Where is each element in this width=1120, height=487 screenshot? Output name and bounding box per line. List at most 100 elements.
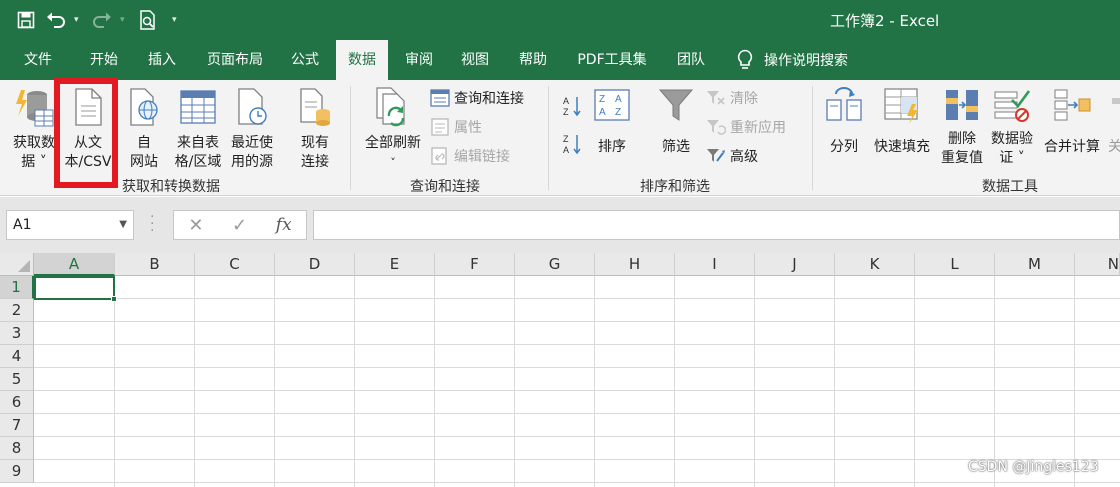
svg-text:Z: Z (563, 107, 569, 117)
reapply-button[interactable]: 重新应用 (706, 115, 786, 139)
row-header-9[interactable]: 9 (0, 460, 34, 483)
tab-file[interactable]: 文件 (10, 40, 66, 80)
get-data-button[interactable]: 获取数 据 ˅ (10, 86, 58, 172)
undo-icon (47, 12, 65, 28)
tell-me-search[interactable]: 操作说明搜索 (736, 40, 848, 80)
tab-page-layout[interactable]: 页面布局 (196, 40, 274, 80)
group-separator (548, 86, 549, 190)
tab-formulas[interactable]: 公式 (280, 40, 330, 80)
grid-line (34, 390, 1120, 391)
filter-button[interactable]: 筛选 (654, 86, 698, 157)
remove-duplicates-button[interactable]: 删除 重复值 (936, 86, 988, 168)
fill-handle[interactable] (111, 296, 117, 302)
flash-fill-icon (884, 88, 918, 124)
column-header-G[interactable]: G (515, 253, 595, 276)
cancel-icon[interactable]: ✕ (188, 215, 203, 236)
quick-access-toolbar: ▾ ▾ ▾ (14, 0, 182, 40)
existing-connections-label-1: 现有 (301, 135, 329, 151)
relationships-button[interactable]: 关 (1108, 86, 1120, 157)
database-lightning-icon (16, 90, 54, 127)
column-header-K[interactable]: K (835, 253, 915, 276)
text-to-columns-button[interactable]: 分列 (822, 86, 866, 157)
row-header-3[interactable]: 3 (0, 322, 34, 345)
row-header-6[interactable]: 6 (0, 391, 34, 414)
refresh-all-button[interactable]: 全部刷新 ˅ (358, 86, 428, 172)
svg-text:A: A (563, 96, 569, 106)
sort-descending-button[interactable]: ZA (562, 132, 582, 156)
column-header-N[interactable]: N (1075, 253, 1120, 276)
remove-duplicates-label-1: 删除 (948, 131, 976, 147)
window-title: 工作簿2 - Excel (830, 12, 940, 30)
column-header-H[interactable]: H (595, 253, 675, 276)
from-table-range-button[interactable]: 来自表 格/区域 (170, 86, 226, 172)
tab-help[interactable]: 帮助 (506, 40, 560, 80)
tab-home[interactable]: 开始 (76, 40, 132, 80)
row-header-4[interactable]: 4 (0, 345, 34, 368)
tab-review[interactable]: 审阅 (394, 40, 444, 80)
grid-line (434, 276, 435, 487)
grid-line (354, 276, 355, 487)
select-all-button[interactable] (0, 253, 34, 276)
column-header-M[interactable]: M (995, 253, 1075, 276)
save-icon (17, 11, 35, 29)
row-header-7[interactable]: 7 (0, 414, 34, 437)
customize-qat-icon[interactable]: ▾ (172, 15, 182, 25)
consolidate-button[interactable]: 合并计算 (1040, 86, 1104, 157)
queries-connections-button[interactable]: 查询和连接 (430, 86, 524, 110)
data-validation-button[interactable]: 数据验 证 ˅ (986, 86, 1038, 168)
edit-links-button[interactable]: 编辑链接 (430, 144, 510, 168)
consolidate-icon (1054, 89, 1091, 121)
grid-line (34, 344, 1120, 345)
sort-az-icon: AZ (563, 96, 581, 117)
formula-bar-grip-icon[interactable]: · · · (150, 210, 154, 238)
clear-filter-button[interactable]: 清除 (706, 86, 758, 110)
grid-line (594, 276, 595, 487)
existing-connections-button[interactable]: 现有 连接 (292, 86, 338, 172)
row-header-2[interactable]: 2 (0, 299, 34, 322)
grid-line (34, 436, 1120, 437)
name-box-dropdown-icon[interactable]: ▼ (119, 211, 127, 239)
tab-team[interactable]: 团队 (666, 40, 716, 80)
column-header-B[interactable]: B (115, 253, 195, 276)
from-web-button[interactable]: 自 网站 (124, 86, 164, 172)
column-header-A[interactable]: A (34, 253, 115, 276)
sort-button[interactable]: ZA AZ 排序 (590, 86, 634, 157)
row-header-1[interactable]: 1 (0, 276, 34, 299)
advanced-filter-button[interactable]: 高级 (706, 144, 758, 168)
active-cell-A1[interactable] (34, 276, 117, 302)
from-web-label-1: 自 (137, 135, 151, 151)
properties-button[interactable]: 属性 (430, 115, 482, 139)
formula-input[interactable] (313, 210, 1120, 240)
undo-button[interactable] (44, 7, 68, 33)
row-header-8[interactable]: 8 (0, 437, 34, 460)
column-header-C[interactable]: C (195, 253, 275, 276)
advanced-filter-icon (707, 149, 725, 162)
group-data-tools-label: 数据工具 (982, 179, 1038, 195)
enter-check-icon[interactable]: ✓ (232, 215, 247, 236)
tab-insert[interactable]: 插入 (134, 40, 190, 80)
redo-button[interactable] (90, 7, 114, 33)
sort-ascending-button[interactable]: AZ (562, 94, 582, 118)
tab-pdf-tools[interactable]: PDF工具集 (566, 40, 658, 80)
save-button[interactable] (14, 7, 38, 33)
insert-function-button[interactable]: fx (276, 215, 292, 235)
flash-fill-button[interactable]: 快速填充 (870, 86, 934, 157)
refresh-all-icon (376, 87, 405, 127)
formula-buttons: ✕ ✓ fx (173, 210, 307, 240)
column-header-E[interactable]: E (355, 253, 435, 276)
column-header-J[interactable]: J (755, 253, 835, 276)
column-header-D[interactable]: D (275, 253, 355, 276)
row-header-5[interactable]: 5 (0, 368, 34, 391)
name-box[interactable]: A1 ▼ (6, 210, 134, 240)
tab-view[interactable]: 视图 (450, 40, 500, 80)
recent-sources-button[interactable]: 最近使 用的源 (226, 86, 278, 172)
redo-dropdown-icon[interactable]: ▾ (120, 15, 130, 25)
reapply-icon (707, 120, 726, 135)
print-preview-button[interactable] (136, 7, 160, 33)
column-header-F[interactable]: F (435, 253, 515, 276)
tab-data[interactable]: 数据 (336, 40, 388, 80)
undo-dropdown-icon[interactable]: ▾ (74, 15, 84, 25)
column-header-L[interactable]: L (915, 253, 995, 276)
column-header-I[interactable]: I (675, 253, 755, 276)
group-get-transform-label: 获取和转换数据 (122, 179, 220, 195)
